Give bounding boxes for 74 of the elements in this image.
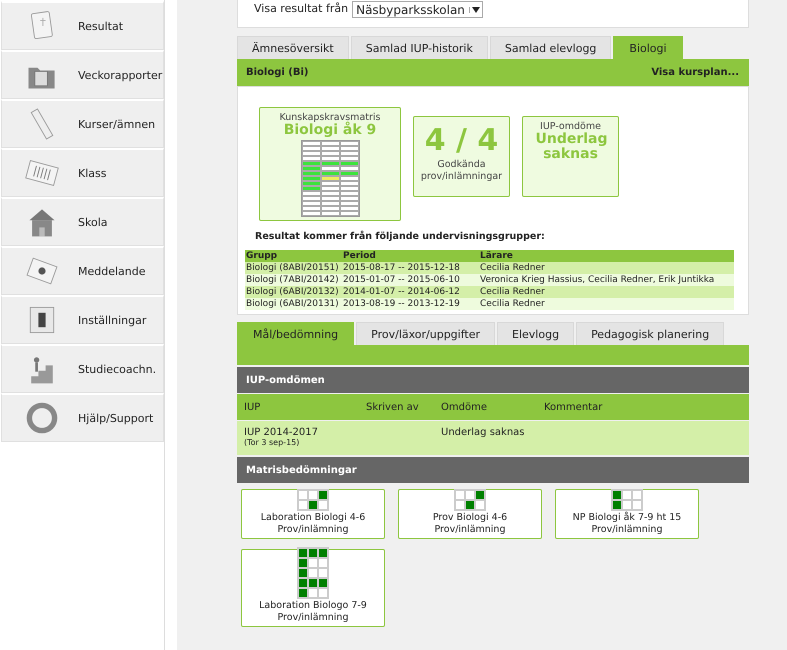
caret-icon xyxy=(468,6,480,12)
column-header: Kommentar xyxy=(544,402,602,412)
iup-name: IUP 2014-2017 xyxy=(244,427,319,438)
card-caption: Kunskapskravsmatris xyxy=(280,112,380,123)
matrix-card[interactable]: Kunskapskravsmatris Biologi åk 9 xyxy=(259,107,401,221)
column-header: Grupp xyxy=(245,250,342,262)
sidebar-item[interactable]: Skola xyxy=(1,197,164,246)
tab[interactable]: Elevlogg xyxy=(497,322,574,345)
column-header: Period xyxy=(342,250,479,262)
tab[interactable]: Samlad elevlogg xyxy=(490,36,612,59)
tab[interactable]: Prov/läxor/uppgifter xyxy=(356,322,496,345)
iup-row[interactable]: IUP 2014-2017 (Tor 3 sep-15) Underlag saknas xyxy=(237,421,749,455)
filter-label: Visa resultat från xyxy=(254,1,348,17)
assessment-type: Prov/inlämning xyxy=(278,524,348,536)
table-cell: Cecilia Redner xyxy=(479,286,734,298)
table-cell: 2014-01-07 -- 2014-06-12 xyxy=(342,286,479,298)
assessment-name: Prov Biologi 4-6 xyxy=(432,512,508,524)
table-cell: 2013-08-19 -- 2013-12-19 xyxy=(342,298,479,310)
lifebuoy-icon xyxy=(24,400,60,436)
column-header: Lärare xyxy=(479,250,734,262)
section-header: IUP-omdömen xyxy=(237,367,749,393)
table-cell: 2015-08-17 -- 2015-12-18 xyxy=(342,262,479,274)
column-header: Omdöme xyxy=(441,402,488,412)
tab[interactable]: Ämnesöversikt xyxy=(237,36,349,59)
assessment-card[interactable]: Prov Biologi 4-6 Prov/inlämning xyxy=(398,489,542,539)
assessment-card[interactable]: Laboration Biologi 4-6 Prov/inlämning xyxy=(241,489,385,539)
sidebar-item[interactable]: Studiecoachn. xyxy=(1,344,164,393)
subject-title: Biologi (Bi) xyxy=(246,67,308,78)
assessment-name: Laboration Biologo 7-9 xyxy=(259,600,367,612)
table-cell: Biologi (7ABI/20142) xyxy=(245,274,342,286)
tab[interactable]: Biologi xyxy=(613,36,683,59)
tab[interactable]: Mål/bedömning xyxy=(237,322,354,345)
sidebar-item[interactable]: Veckorapporter xyxy=(1,50,164,99)
column-header: Skriven av xyxy=(366,402,420,412)
matrix-grid xyxy=(454,489,486,511)
sidebar-item[interactable]: Resultat xyxy=(1,1,164,50)
card-title: Underlag saknas xyxy=(536,132,606,162)
tab[interactable]: Pedagogisk planering xyxy=(576,322,724,345)
iup-assessment: Underlag saknas xyxy=(441,427,526,438)
sidebar-item[interactable]: Klass xyxy=(1,148,164,197)
assessment-card[interactable]: NP Biologi åk 7-9 ht 15 Prov/inlämning xyxy=(555,489,699,539)
matrix-grid xyxy=(297,547,329,599)
card-title: Biologi åk 9 xyxy=(284,123,376,138)
card-caption: Godkända prov/inlämningar xyxy=(420,159,504,183)
card-caption: IUP-omdöme xyxy=(540,121,601,132)
school-select[interactable]: Näsbyparksskolan xyxy=(352,1,483,18)
sidebar-item[interactable]: Hjälp/Support xyxy=(1,393,164,442)
assessment-card[interactable]: Laboration Biologo 7-9 Prov/inlämning xyxy=(241,549,385,627)
assessment-type: Prov/inlämning xyxy=(592,524,662,536)
section-header: Matrisbedömningar xyxy=(237,457,749,483)
assessment-type: Prov/inlämning xyxy=(278,612,348,624)
table-cell: Biologi (6ABI/20131) xyxy=(245,298,342,310)
sidebar-item[interactable]: Kurser/ämnen xyxy=(1,99,164,148)
sidebar-item[interactable]: Inställningar xyxy=(1,295,164,344)
tab[interactable]: Samlad IUP-historik xyxy=(350,36,488,59)
matrix-grid xyxy=(297,489,329,511)
table-cell: Cecilia Redner xyxy=(479,262,734,274)
table-cell: 2015-01-07 -- 2015-06-10 xyxy=(342,274,479,286)
table-cell: Biologi (6ABI/20132) xyxy=(245,286,342,298)
table-cell: Cecilia Redner xyxy=(479,298,734,310)
table-cell: Veronica Krieg Hassius, Cecilia Redner, Erik Juntikka xyxy=(479,274,734,286)
column-header: IUP xyxy=(244,402,262,412)
passed-count-card[interactable]: 4 / 4 Godkända prov/inlämningar xyxy=(413,116,510,197)
iup-card[interactable]: IUP-omdöme Underlag saknas xyxy=(522,116,619,197)
sidebar-item[interactable]: Meddelande xyxy=(1,246,164,295)
iup-date: (Tor 3 sep-15) xyxy=(244,438,300,447)
matrix-grid xyxy=(611,489,643,511)
count-value: 4 / 4 xyxy=(424,123,498,159)
assessment-name: Laboration Biologi 4-6 xyxy=(260,512,366,524)
course-plan-link[interactable]: Visa kursplan... xyxy=(651,67,739,78)
assessment-type: Prov/inlämning xyxy=(434,524,506,536)
table-cell: Biologi (8ABI/20151) xyxy=(245,262,342,274)
groups-intro: Resultat kommer från följande undervisningsgrupper: xyxy=(255,231,546,242)
assessment-name: NP Biologi åk 7-9 ht 15 xyxy=(572,512,682,524)
